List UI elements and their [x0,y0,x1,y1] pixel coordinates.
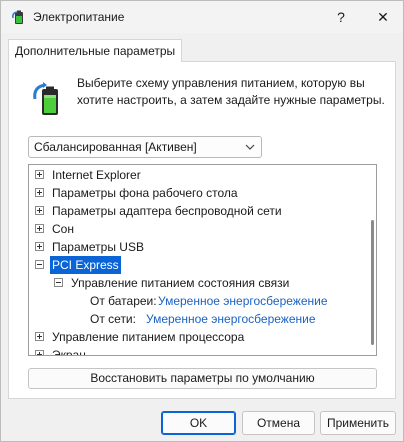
tree-item-label: Internet Explorer [52,168,141,182]
tree-item-label: PCI Express [49,255,122,275]
close-button[interactable]: ✕ [363,1,403,33]
tree-item-label: Параметры USB [52,240,144,254]
power-options-dialog: Электропитание ? ✕ Дополнительные параме… [0,0,404,442]
help-button[interactable]: ? [321,1,361,33]
description-text: Выберите схему управления питанием, кото… [77,76,385,107]
settings-tree[interactable]: Internet Explorer Параметры фона рабочег… [28,164,377,356]
setting-value-link[interactable]: Умеренное энергосбережение [158,292,328,310]
tree-item-label: Управление питанием процессора [52,330,245,344]
expand-icon[interactable] [35,188,44,197]
expand-icon[interactable] [35,206,44,215]
tree-item-label: Сон [52,222,74,236]
expand-icon[interactable] [35,242,44,251]
title-bar: Электропитание ? ✕ [1,1,403,33]
setting-key: От сети: [90,312,136,326]
collapse-icon[interactable] [54,278,63,287]
expand-icon[interactable] [35,170,44,179]
expand-icon[interactable] [35,350,44,355]
apply-button[interactable]: Применить [320,411,396,435]
power-scheme-value: Сбалансированная [Активен] [34,140,197,154]
power-scheme-select[interactable]: Сбалансированная [Активен] [28,136,262,158]
chevron-down-icon [245,137,255,165]
tree-item-label: Экран [52,348,86,356]
cancel-button[interactable]: Отмена [242,411,315,435]
expand-icon[interactable] [35,224,44,233]
ok-button[interactable]: OK [161,411,236,435]
restore-defaults-button[interactable]: Восстановить параметры по умолчанию [28,368,377,389]
tree-item-label: Параметры фона рабочего стола [52,186,238,200]
tab-advanced-settings[interactable]: Дополнительные параметры [8,39,183,62]
power-options-icon [12,10,23,24]
tree-item-label: Параметры адаптера беспроводной сети [52,204,282,218]
tree-item-label: Управление питанием состояния связи [71,276,290,290]
tree-scrollbar[interactable] [371,220,374,345]
window-title: Электропитание [33,10,125,24]
collapse-icon[interactable] [35,260,44,269]
expand-icon[interactable] [35,332,44,341]
setting-key: От батареи: [90,294,157,308]
setting-value-link[interactable]: Умеренное энергосбережение [146,310,316,328]
battery-icon [33,82,58,115]
